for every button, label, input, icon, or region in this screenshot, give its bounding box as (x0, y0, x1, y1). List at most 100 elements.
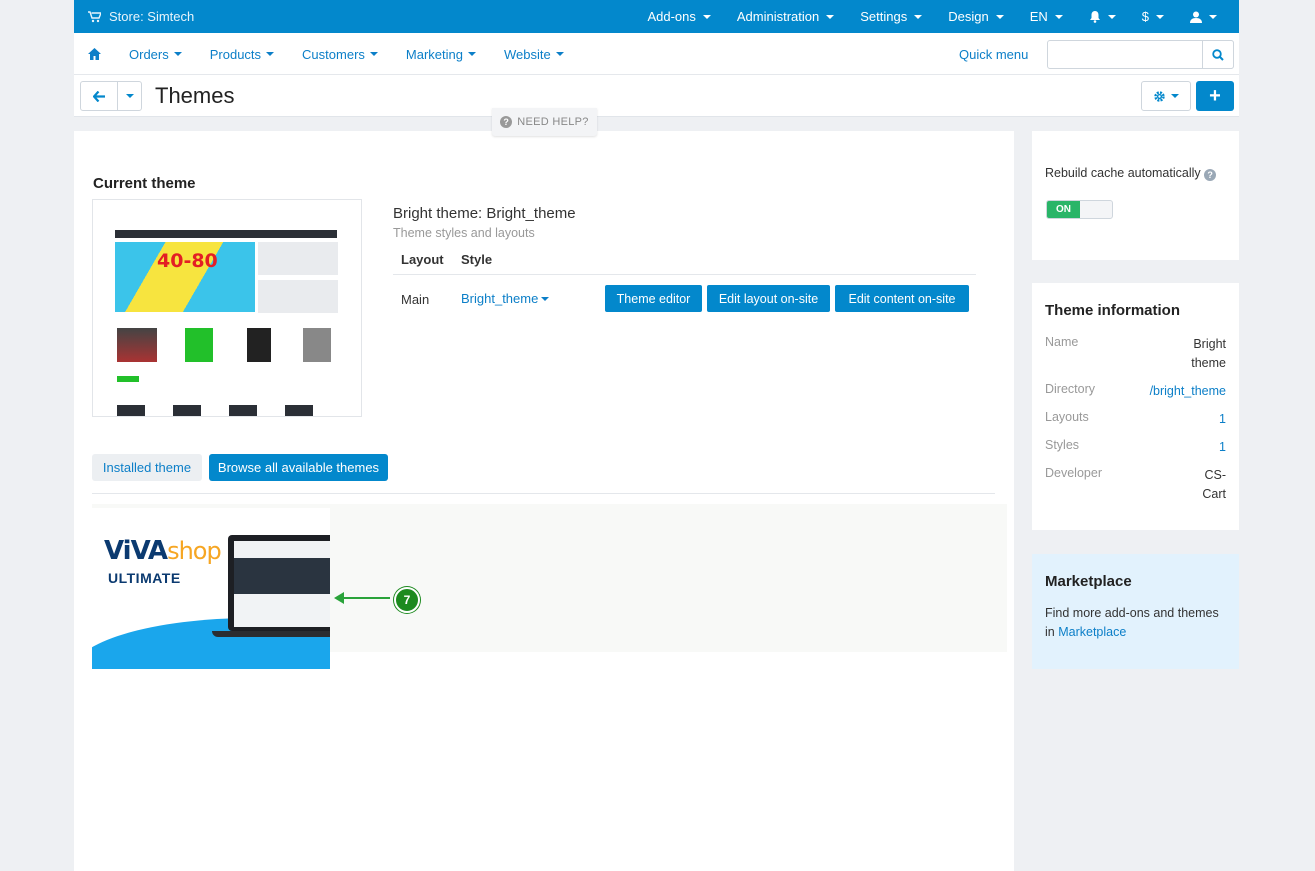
menu-settings[interactable]: Settings (847, 9, 935, 24)
menu-administration-label: Administration (736, 9, 820, 24)
toggle-on-label: ON (1047, 201, 1080, 218)
menu-language[interactable]: EN (1017, 9, 1076, 24)
nav-website[interactable]: Website (504, 47, 564, 62)
search-input[interactable] (1047, 40, 1234, 69)
home-icon[interactable] (88, 48, 101, 60)
nav-products-label: Products (209, 46, 262, 62)
thumb-badge (117, 376, 139, 382)
thumb-product (303, 328, 331, 362)
back-button[interactable] (81, 82, 117, 110)
question-icon: ? (500, 116, 513, 128)
info-key: Developer (1045, 466, 1102, 480)
caret-down-icon (369, 52, 378, 56)
theme-information-card: Theme information Name Bright theme Dire… (1032, 283, 1239, 530)
store-switcher[interactable]: Store: Simtech (88, 9, 194, 24)
marketplace-text: Find more add-ons and themes in Marketpl… (1045, 604, 1230, 642)
col-style-header: Style (461, 252, 493, 267)
callout-badge: 7 (394, 587, 420, 613)
gear-icon (1154, 90, 1165, 102)
menu-settings-label: Settings (860, 9, 908, 24)
need-help-button[interactable]: ? NEED HELP? (492, 108, 597, 136)
nav-customers[interactable]: Customers (302, 47, 378, 62)
caret-down-icon (914, 14, 923, 19)
callout-arrow-line (338, 597, 390, 599)
info-row-directory: Directory /bright_theme (1045, 382, 1226, 402)
nav-marketing[interactable]: Marketing (406, 47, 476, 62)
caret-down-icon (1209, 14, 1217, 19)
nav-website-label: Website (503, 46, 551, 62)
nav-products[interactable]: Products (209, 46, 275, 62)
edit-layout-button[interactable]: Edit layout on-site (707, 285, 830, 312)
rebuild-cache-card: Rebuild cache automatically ? ON (1032, 131, 1239, 260)
current-theme-thumbnail: 40-80 (92, 199, 362, 417)
settings-dropdown-button[interactable] (1141, 81, 1191, 111)
thumb-header (93, 200, 361, 230)
main-content: Current theme 40-80 Bright theme: Bright… (74, 131, 1014, 871)
theme-editor-button[interactable]: Theme editor (605, 285, 702, 312)
thumb-sale-text: 40-80 (157, 250, 218, 272)
laptop-base (212, 631, 330, 637)
caret-down-icon (467, 52, 476, 56)
thumb-product-row (117, 405, 337, 416)
theme-name: Bright theme: Bright_theme (393, 205, 576, 222)
notifications-menu[interactable] (1076, 10, 1129, 23)
menu-administration[interactable]: Administration (724, 9, 847, 24)
thumb-product (185, 328, 213, 362)
info-row-name: Name Bright theme (1045, 335, 1226, 375)
style-dropdown-label: Bright_theme (461, 291, 539, 306)
user-icon (1190, 11, 1202, 23)
info-value: Bright theme (1191, 337, 1226, 370)
tab-installed-theme[interactable]: Installed theme (92, 454, 202, 481)
divider (92, 493, 995, 494)
thumb-product (247, 328, 271, 362)
theme-table-header: Layout Style (393, 245, 976, 275)
menu-design-label: Design (948, 9, 989, 24)
styles-link[interactable]: 1 (1219, 438, 1226, 457)
back-button-group (80, 81, 142, 111)
history-dropdown-button[interactable] (117, 82, 141, 110)
vivashop-logo: ViVAshop (104, 536, 222, 566)
nav-orders[interactable]: Orders (129, 47, 182, 62)
current-theme-heading: Current theme (93, 175, 196, 192)
store-label: Store: Simtech (109, 9, 195, 24)
add-button[interactable]: + (1196, 81, 1234, 111)
directory-link[interactable]: /bright_theme (1150, 382, 1226, 401)
currency-label: $ (1141, 9, 1149, 24)
thumb-banner: 40-80 (115, 242, 255, 312)
menu-addons[interactable]: Add-ons (634, 9, 723, 24)
thumb-side-block (258, 242, 338, 275)
theme-subtitle: Theme styles and layouts (393, 226, 535, 240)
info-key: Styles (1045, 438, 1080, 452)
caret-down-icon (1171, 94, 1179, 98)
currency-menu[interactable]: $ (1129, 9, 1177, 24)
vivashop-theme-card[interactable]: ViVAshop ULTIMATE (92, 508, 330, 669)
quick-menu-link[interactable]: Quick menu (959, 47, 1028, 62)
thumb-nav (115, 230, 337, 238)
caret-down-icon (173, 52, 182, 56)
marketplace-card: Marketplace Find more add-ons and themes… (1032, 554, 1239, 669)
bell-icon (1089, 11, 1100, 23)
user-menu[interactable] (1177, 11, 1239, 23)
search-button[interactable] (1202, 40, 1234, 69)
info-key: Name (1045, 335, 1079, 349)
rebuild-cache-toggle[interactable]: ON (1046, 200, 1113, 219)
caret-down-icon (266, 52, 275, 56)
menu-addons-label: Add-ons (647, 9, 696, 24)
rebuild-cache-label: Rebuild cache automatically ? (1045, 164, 1217, 183)
layouts-link[interactable]: 1 (1219, 410, 1226, 429)
page-header: Themes + (74, 75, 1239, 117)
question-icon[interactable]: ? (1204, 169, 1217, 181)
vivashop-logo-viva: ViVA (104, 536, 168, 566)
edit-content-button[interactable]: Edit content on-site (835, 285, 969, 312)
style-dropdown[interactable]: Bright_theme (461, 291, 550, 306)
callout-arrow-head (334, 592, 344, 604)
caret-down-icon (541, 296, 550, 301)
page-title: Themes (155, 83, 235, 108)
menu-design[interactable]: Design (935, 9, 1016, 24)
marketplace-title: Marketplace (1045, 573, 1132, 590)
theme-information-title: Theme information (1045, 302, 1181, 319)
vivashop-logo-shop: shop (167, 537, 222, 565)
marketplace-link[interactable]: Marketplace (1058, 625, 1126, 639)
tab-browse-themes[interactable]: Browse all available themes (209, 454, 388, 481)
thumb-product (117, 328, 157, 362)
